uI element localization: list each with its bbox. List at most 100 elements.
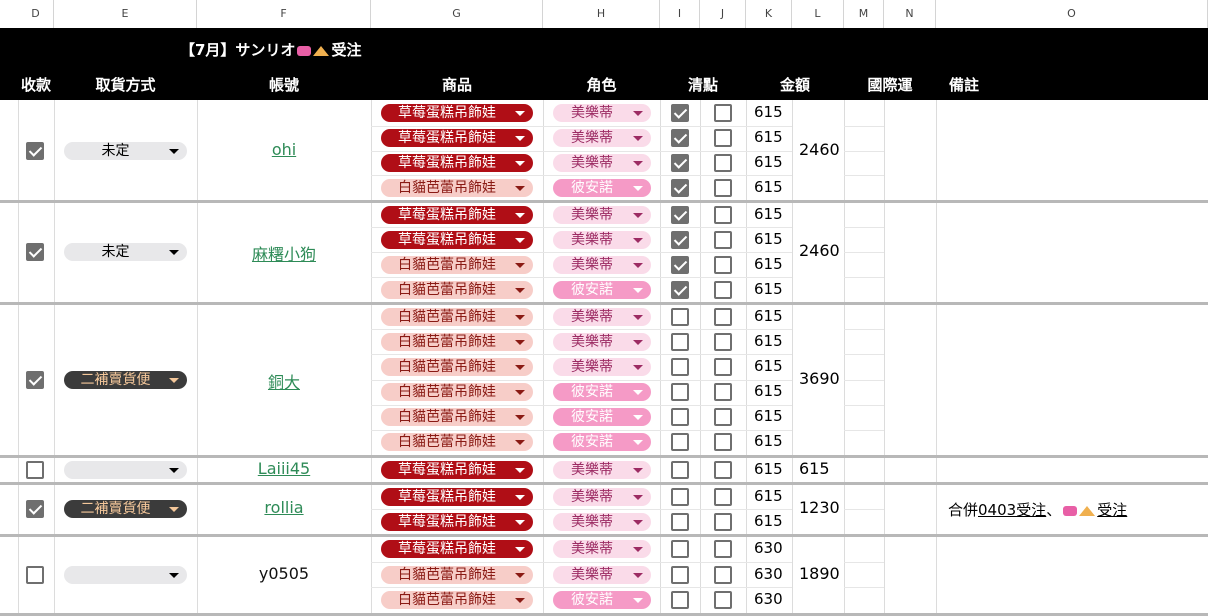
- product-dropdown[interactable]: 草莓蛋糕吊飾娃: [381, 205, 533, 224]
- check-j-checkbox[interactable]: [714, 408, 732, 427]
- character-dropdown[interactable]: 美樂蒂: [553, 487, 651, 506]
- character-dropdown[interactable]: 彼安諾: [553, 408, 651, 427]
- account-link[interactable]: Laiii45: [197, 459, 371, 478]
- check-i-checkbox[interactable]: [671, 255, 689, 274]
- paid-checkbox[interactable]: [26, 565, 44, 584]
- check-i-checkbox[interactable]: [671, 383, 689, 402]
- check-j-checkbox[interactable]: [714, 565, 732, 584]
- check-i-checkbox[interactable]: [671, 460, 689, 479]
- check-i-checkbox[interactable]: [671, 539, 689, 558]
- check-i-checkbox[interactable]: [671, 591, 689, 610]
- check-j-checkbox[interactable]: [714, 357, 732, 376]
- product-dropdown[interactable]: 白貓芭蕾吊飾娃: [381, 591, 533, 610]
- check-i-checkbox[interactable]: [671, 565, 689, 584]
- character-dropdown[interactable]: 彼安諾: [553, 383, 651, 402]
- paid-checkbox[interactable]: [26, 243, 44, 261]
- check-j-checkbox[interactable]: [714, 460, 732, 479]
- character-dropdown[interactable]: 美樂蒂: [553, 129, 651, 148]
- check-j-checkbox[interactable]: [714, 129, 732, 148]
- check-j-checkbox[interactable]: [714, 591, 732, 610]
- check-j-checkbox[interactable]: [714, 433, 732, 452]
- product-dropdown[interactable]: 白貓芭蕾吊飾娃: [381, 280, 533, 299]
- column-letter-m[interactable]: M: [844, 0, 884, 28]
- remark-link[interactable]: 0403受注: [978, 501, 1046, 519]
- check-i-checkbox[interactable]: [671, 280, 689, 299]
- check-j-checkbox[interactable]: [714, 383, 732, 402]
- paid-checkbox[interactable]: [26, 460, 44, 479]
- character-dropdown[interactable]: 美樂蒂: [553, 153, 651, 172]
- account-link[interactable]: 麻糬小狗: [197, 241, 371, 265]
- product-dropdown[interactable]: 草莓蛋糕吊飾娃: [381, 129, 533, 148]
- check-i-checkbox[interactable]: [671, 153, 689, 172]
- pickup-dropdown[interactable]: 未定: [64, 141, 187, 160]
- check-j-checkbox[interactable]: [714, 230, 732, 249]
- character-dropdown[interactable]: 美樂蒂: [553, 539, 651, 558]
- product-dropdown[interactable]: 白貓芭蕾吊飾娃: [381, 307, 533, 326]
- check-i-checkbox[interactable]: [671, 307, 689, 326]
- check-i-checkbox[interactable]: [671, 230, 689, 249]
- pickup-dropdown[interactable]: 二補賣貨便: [64, 370, 187, 389]
- product-dropdown[interactable]: 草莓蛋糕吊飾娃: [381, 153, 533, 172]
- product-dropdown[interactable]: 白貓芭蕾吊飾娃: [381, 178, 533, 197]
- check-j-checkbox[interactable]: [714, 178, 732, 197]
- product-dropdown[interactable]: 草莓蛋糕吊飾娃: [381, 512, 533, 531]
- check-i-checkbox[interactable]: [671, 332, 689, 351]
- pickup-dropdown[interactable]: 未定: [64, 243, 187, 261]
- check-j-checkbox[interactable]: [714, 539, 732, 558]
- column-letter-n[interactable]: N: [884, 0, 936, 28]
- column-letter-g[interactable]: G: [371, 0, 543, 28]
- check-i-checkbox[interactable]: [671, 205, 689, 224]
- check-j-checkbox[interactable]: [714, 332, 732, 351]
- character-dropdown[interactable]: 美樂蒂: [553, 512, 651, 531]
- column-letter-o[interactable]: O: [936, 0, 1208, 28]
- check-i-checkbox[interactable]: [671, 129, 689, 148]
- product-dropdown[interactable]: 草莓蛋糕吊飾娃: [381, 539, 533, 558]
- remark-link-2[interactable]: 受注: [1061, 501, 1127, 519]
- paid-checkbox[interactable]: [26, 141, 44, 160]
- product-dropdown[interactable]: 白貓芭蕾吊飾娃: [381, 357, 533, 376]
- check-i-checkbox[interactable]: [671, 487, 689, 506]
- product-dropdown[interactable]: 草莓蛋糕吊飾娃: [381, 104, 533, 123]
- column-letter-k[interactable]: K: [746, 0, 792, 28]
- column-letter-h[interactable]: H: [543, 0, 660, 28]
- character-dropdown[interactable]: 美樂蒂: [553, 332, 651, 351]
- character-dropdown[interactable]: 美樂蒂: [553, 205, 651, 224]
- pickup-dropdown[interactable]: 二補賣貨便: [64, 500, 187, 518]
- product-dropdown[interactable]: 白貓芭蕾吊飾娃: [381, 408, 533, 427]
- character-dropdown[interactable]: 美樂蒂: [553, 307, 651, 326]
- product-dropdown[interactable]: 白貓芭蕾吊飾娃: [381, 255, 533, 274]
- character-dropdown[interactable]: 美樂蒂: [553, 565, 651, 584]
- column-letter-f[interactable]: F: [197, 0, 371, 28]
- product-dropdown[interactable]: 白貓芭蕾吊飾娃: [381, 433, 533, 452]
- check-i-checkbox[interactable]: [671, 178, 689, 197]
- product-dropdown[interactable]: 白貓芭蕾吊飾娃: [381, 332, 533, 351]
- check-j-checkbox[interactable]: [714, 205, 732, 224]
- check-j-checkbox[interactable]: [714, 104, 732, 123]
- product-dropdown[interactable]: 草莓蛋糕吊飾娃: [381, 460, 533, 479]
- product-dropdown[interactable]: 白貓芭蕾吊飾娃: [381, 383, 533, 402]
- check-i-checkbox[interactable]: [671, 104, 689, 123]
- check-i-checkbox[interactable]: [671, 433, 689, 452]
- check-j-checkbox[interactable]: [714, 153, 732, 172]
- column-letter-e[interactable]: E: [54, 0, 197, 28]
- product-dropdown[interactable]: 草莓蛋糕吊飾娃: [381, 230, 533, 249]
- character-dropdown[interactable]: 彼安諾: [553, 591, 651, 610]
- character-dropdown[interactable]: 彼安諾: [553, 178, 651, 197]
- character-dropdown[interactable]: 美樂蒂: [553, 357, 651, 376]
- character-dropdown[interactable]: 彼安諾: [553, 433, 651, 452]
- check-j-checkbox[interactable]: [714, 255, 732, 274]
- account-link[interactable]: ohi: [197, 140, 371, 159]
- check-i-checkbox[interactable]: [671, 408, 689, 427]
- character-dropdown[interactable]: 美樂蒂: [553, 460, 651, 479]
- column-letter-i[interactable]: I: [660, 0, 700, 28]
- account-link[interactable]: rollia: [197, 498, 371, 517]
- paid-checkbox[interactable]: [26, 500, 44, 518]
- check-j-checkbox[interactable]: [714, 512, 732, 531]
- check-i-checkbox[interactable]: [671, 512, 689, 531]
- product-dropdown[interactable]: 草莓蛋糕吊飾娃: [381, 487, 533, 506]
- pickup-dropdown[interactable]: [64, 460, 187, 479]
- pickup-dropdown[interactable]: [64, 565, 187, 584]
- column-letter-j[interactable]: J: [700, 0, 746, 28]
- check-i-checkbox[interactable]: [671, 357, 689, 376]
- account-link[interactable]: 銅大: [197, 369, 371, 393]
